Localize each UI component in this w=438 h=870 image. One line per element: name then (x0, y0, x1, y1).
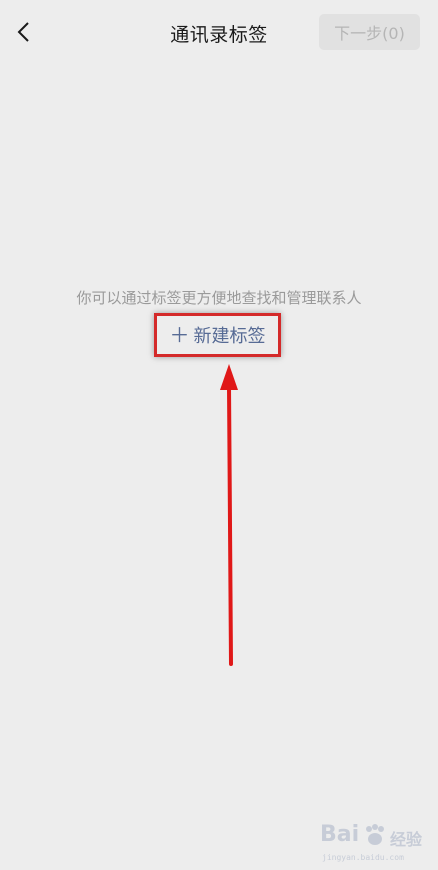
annotation-arrow (220, 364, 238, 666)
arrow-shaft (227, 384, 233, 666)
paw-icon (366, 824, 384, 845)
watermark-brand: Bai (320, 822, 360, 847)
watermark: Bai 经验 jingyan.baidu.com (318, 820, 428, 864)
arrow-head (220, 364, 238, 390)
watermark-url: jingyan.baidu.com (322, 853, 404, 862)
watermark-suffix: 经验 (390, 830, 423, 849)
